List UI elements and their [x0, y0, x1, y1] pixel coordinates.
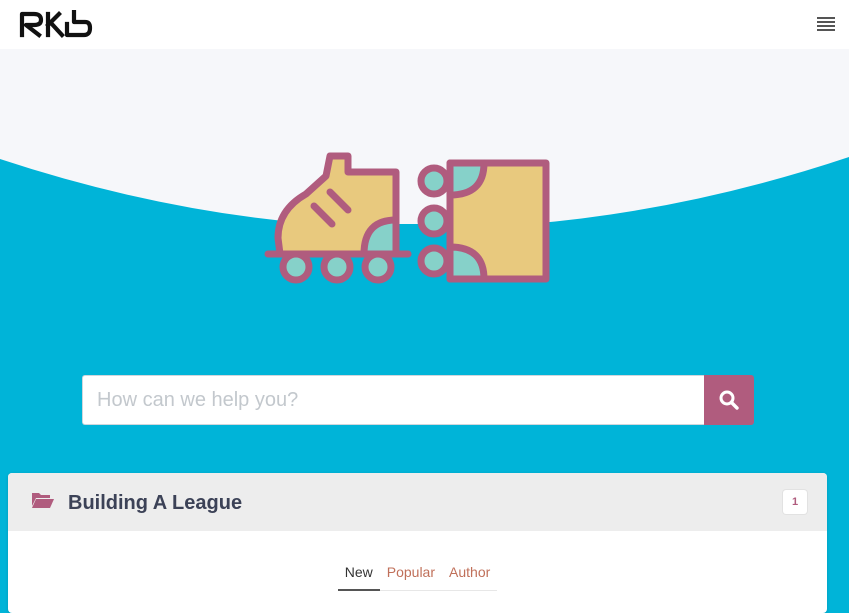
- hamburger-menu-icon[interactable]: [817, 16, 835, 32]
- roller-skate-icon: [264, 152, 550, 284]
- top-navbar: [0, 0, 849, 49]
- category-card: Building A League 1 New Popular Author: [8, 473, 827, 613]
- search-button[interactable]: [704, 375, 754, 425]
- search-input[interactable]: [82, 375, 704, 425]
- article-sort-tabs: New Popular Author: [8, 555, 827, 591]
- folder-open-icon: [32, 493, 54, 508]
- brand-logo[interactable]: [19, 10, 93, 38]
- tab-popular[interactable]: Popular: [380, 555, 442, 590]
- category-title[interactable]: Building A League: [68, 492, 242, 515]
- tab-new[interactable]: New: [337, 555, 380, 591]
- search-form: [82, 375, 754, 425]
- article-count-badge: 1: [783, 490, 807, 514]
- category-header[interactable]: Building A League 1: [8, 473, 827, 531]
- tab-author[interactable]: Author: [442, 555, 497, 590]
- search-icon: [719, 390, 739, 410]
